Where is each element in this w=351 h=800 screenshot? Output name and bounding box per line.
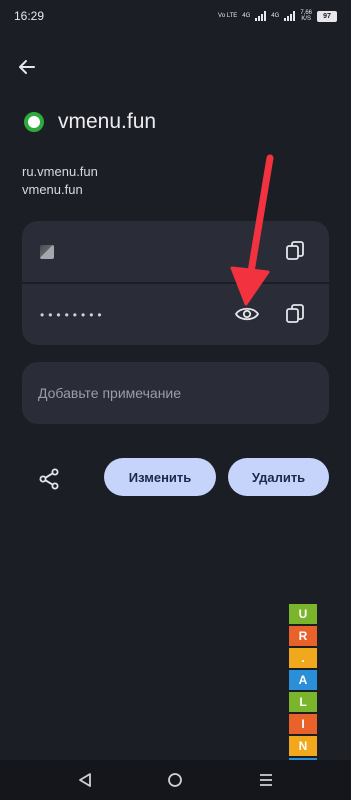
share-button[interactable] [36, 466, 62, 492]
network-speed-unit: K/S [301, 16, 311, 22]
network-speed: 7,66 K/S [300, 10, 312, 22]
delete-button[interactable]: Удалить [228, 458, 329, 496]
show-password-button[interactable] [234, 301, 260, 327]
copy-icon [286, 241, 304, 260]
nav-home-button[interactable] [160, 765, 190, 795]
watermark-letter: I [289, 714, 317, 734]
nav-back-button[interactable] [70, 765, 100, 795]
domain-item: vmenu.fun [22, 182, 83, 197]
watermark-letter: N [289, 736, 317, 756]
watermark-logo: UR.ALINU [289, 604, 317, 780]
domain-list: ru.vmenu.fun vmenu.fun [22, 163, 98, 199]
credentials-card: •••••••• [22, 221, 329, 345]
domain-item: ru.vmenu.fun [22, 164, 98, 179]
battery-indicator: 97 [317, 10, 337, 22]
password-value: •••••••• [40, 307, 106, 322]
back-button[interactable] [12, 52, 42, 82]
watermark-letter: . [289, 648, 317, 668]
eye-icon [235, 307, 259, 321]
network-type-1: 4G [242, 13, 251, 19]
status-icons: Vo LTE 4G 4G 7,66 K/S 97 [218, 10, 337, 22]
signal-icon [255, 11, 267, 21]
status-time: 16:29 [14, 9, 45, 23]
nav-home-icon [168, 773, 183, 787]
site-header: vmenu.fun [24, 110, 156, 134]
copy-password-button[interactable] [282, 301, 308, 327]
watermark-letter: L [289, 692, 317, 712]
edit-button[interactable]: Изменить [104, 458, 216, 496]
nav-menu-icon [259, 774, 272, 786]
copy-username-button[interactable] [282, 238, 308, 264]
nav-menu-button[interactable] [251, 765, 281, 795]
share-icon [39, 468, 59, 490]
network-type-2: 4G [271, 13, 280, 19]
watermark-letter: U [289, 604, 317, 624]
username-value-blurred [40, 244, 54, 259]
note-input[interactable] [22, 362, 329, 424]
site-status-icon [24, 112, 44, 132]
watermark-letter: A [289, 670, 317, 690]
volte-indicator: Vo LTE [218, 13, 238, 19]
signal-icon-2 [284, 11, 296, 21]
watermark-letter: R [289, 626, 317, 646]
username-row [22, 221, 329, 282]
status-bar: 16:29 Vo LTE 4G 4G 7,66 K/S 97 [0, 0, 351, 32]
password-row: •••••••• [22, 284, 329, 345]
arrow-left-icon [19, 60, 35, 74]
page-title: vmenu.fun [58, 110, 157, 133]
nav-back-icon [79, 773, 92, 787]
navigation-bar [0, 760, 351, 800]
copy-icon [286, 304, 304, 323]
